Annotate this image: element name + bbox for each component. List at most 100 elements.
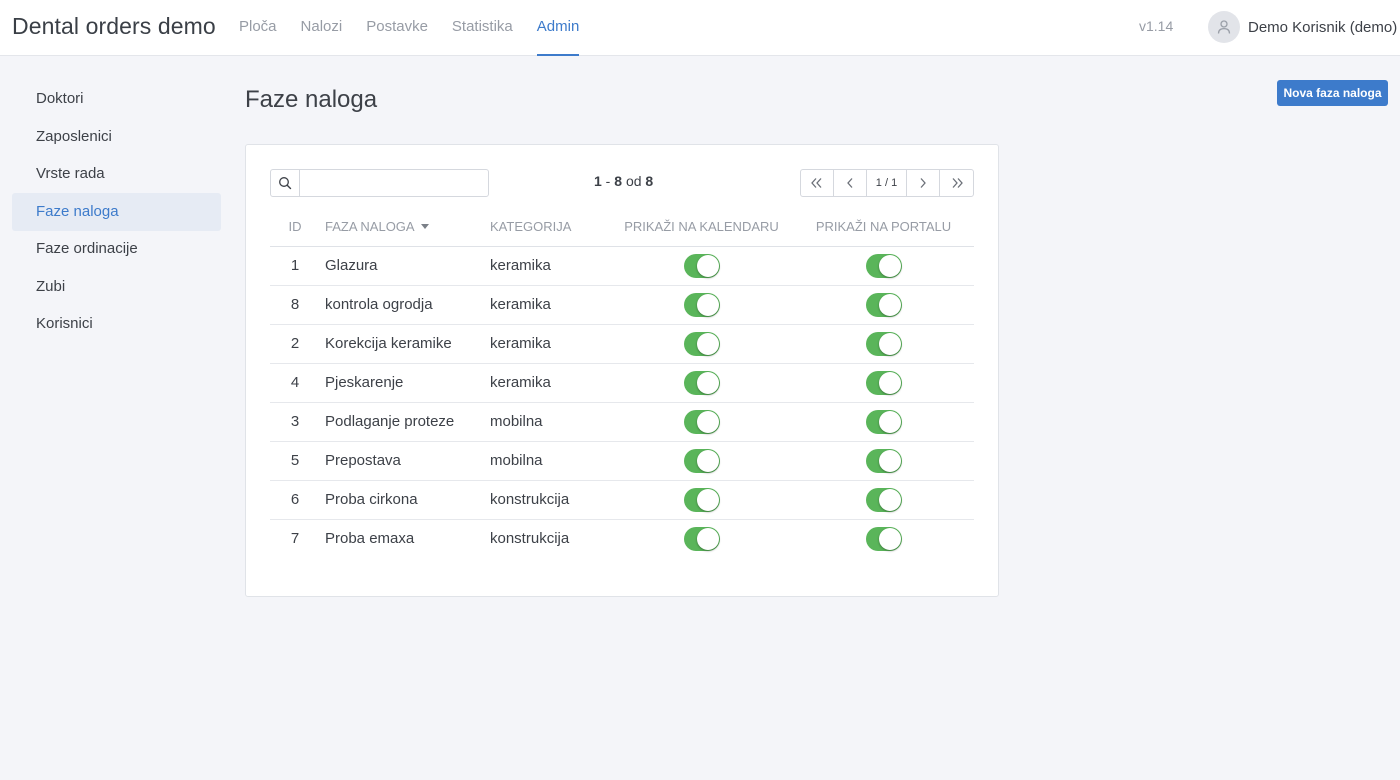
portal-toggle[interactable] bbox=[865, 409, 902, 434]
cell-category: keramika bbox=[490, 246, 610, 286]
chevrons-right-icon bbox=[952, 178, 963, 188]
portal-toggle[interactable] bbox=[865, 448, 902, 473]
calendar-toggle[interactable] bbox=[683, 253, 720, 278]
cell-calendar bbox=[610, 519, 793, 558]
calendar-toggle[interactable] bbox=[683, 292, 720, 317]
toggle-knob bbox=[878, 527, 901, 550]
toggle-knob bbox=[878, 488, 901, 511]
nav-item-admin[interactable]: Admin bbox=[536, 0, 580, 56]
search-icon-box[interactable] bbox=[271, 170, 300, 196]
column-header-name[interactable]: FAZA NALOGA bbox=[320, 208, 490, 247]
sidebar-item-zubi[interactable]: Zubi bbox=[12, 268, 221, 306]
new-phase-button[interactable]: Nova faza naloga bbox=[1277, 80, 1388, 106]
range-of-label: od bbox=[625, 173, 642, 189]
portal-toggle[interactable] bbox=[865, 292, 902, 317]
last-page-button[interactable] bbox=[940, 170, 973, 196]
sidebar-item-korisnici[interactable]: Korisnici bbox=[12, 305, 221, 343]
user-menu[interactable]: Demo Korisnik (demo) bbox=[1208, 11, 1397, 43]
admin-sidebar: Doktori Zaposlenici Vrste rada Faze nalo… bbox=[12, 80, 221, 343]
column-header-portal[interactable]: PRIKAŽI NA PORTALU bbox=[793, 208, 974, 247]
calendar-toggle[interactable] bbox=[683, 487, 720, 512]
chevrons-left-icon bbox=[811, 178, 822, 188]
toggle-knob bbox=[696, 332, 719, 355]
toggle-knob bbox=[696, 371, 719, 394]
nav-item-postavke[interactable]: Postavke bbox=[366, 0, 428, 56]
toggle-knob bbox=[696, 254, 719, 277]
cell-id: 5 bbox=[270, 441, 320, 481]
nav-item-nalozi[interactable]: Nalozi bbox=[301, 0, 343, 56]
toggle-knob bbox=[878, 332, 901, 355]
toggle-knob bbox=[696, 488, 719, 511]
calendar-toggle[interactable] bbox=[683, 526, 720, 551]
cell-id: 6 bbox=[270, 480, 320, 520]
cell-portal bbox=[793, 480, 974, 520]
cell-name: Proba emaxa bbox=[325, 530, 415, 548]
portal-toggle[interactable] bbox=[865, 370, 902, 395]
cell-id: 7 bbox=[290, 530, 300, 548]
table-row[interactable]: 6 Proba cirkona konstrukcija bbox=[270, 480, 974, 520]
sidebar-item-doktori[interactable]: Doktori bbox=[12, 80, 221, 118]
portal-toggle[interactable] bbox=[865, 253, 902, 278]
calendar-toggle[interactable] bbox=[683, 448, 720, 473]
calendar-toggle[interactable] bbox=[683, 331, 720, 356]
toggle-knob bbox=[878, 449, 901, 472]
user-icon bbox=[1217, 20, 1231, 34]
nav-item-statistika[interactable]: Statistika bbox=[452, 0, 513, 56]
sidebar-item-vrste-rada[interactable]: Vrste rada bbox=[12, 155, 221, 193]
toggle-knob bbox=[696, 527, 719, 550]
cell-category: keramika bbox=[490, 324, 610, 364]
cell-category: konstrukcija bbox=[490, 530, 570, 548]
portal-toggle[interactable] bbox=[865, 487, 902, 512]
toggle-knob bbox=[878, 254, 901, 277]
table-row[interactable]: 2 Korekcija keramike keramika bbox=[270, 324, 974, 364]
cell-portal bbox=[793, 363, 974, 403]
table-row[interactable]: 1 Glazura keramika bbox=[270, 246, 974, 286]
toggle-knob bbox=[696, 410, 719, 433]
toggle-knob bbox=[696, 449, 719, 472]
cell-name: Prepostava bbox=[320, 441, 490, 481]
page-indicator: 1 / 1 bbox=[867, 170, 907, 196]
sidebar-item-zaposlenici[interactable]: Zaposlenici bbox=[12, 118, 221, 156]
table-row[interactable]: 3 Podlaganje proteze mobilna bbox=[270, 402, 974, 442]
cell-portal bbox=[793, 441, 974, 481]
calendar-toggle[interactable] bbox=[683, 409, 720, 434]
table-row[interactable]: 7 Proba emaxa konstrukcija bbox=[270, 519, 974, 558]
chevron-right-icon bbox=[920, 178, 926, 188]
sidebar-item-faze-naloga[interactable]: Faze naloga bbox=[12, 192, 221, 231]
portal-toggle[interactable] bbox=[865, 526, 902, 551]
prev-page-button[interactable] bbox=[834, 170, 867, 196]
cell-portal bbox=[793, 324, 974, 364]
cell-calendar bbox=[610, 246, 793, 286]
portal-toggle[interactable] bbox=[865, 331, 902, 356]
cell-name: kontrola ogrodja bbox=[320, 285, 490, 325]
main-nav: Ploča Nalozi Postavke Statistika Admin bbox=[239, 0, 603, 56]
sidebar-item-faze-ordinacije[interactable]: Faze ordinacije bbox=[12, 230, 221, 268]
cell-name: Pjeskarenje bbox=[320, 363, 490, 403]
search-input[interactable] bbox=[300, 170, 488, 196]
column-header-calendar[interactable]: PRIKAŽI NA KALENDARU bbox=[610, 208, 793, 247]
top-navbar: Dental orders demo Ploča Nalozi Postavke… bbox=[0, 0, 1400, 56]
next-page-button[interactable] bbox=[907, 170, 940, 196]
toggle-knob bbox=[878, 410, 901, 433]
nav-item-ploca[interactable]: Ploča bbox=[239, 0, 277, 56]
app-version: v1.14 bbox=[1139, 18, 1174, 34]
range-to: 8 bbox=[614, 173, 623, 189]
table-row[interactable]: 8 kontrola ogrodja keramika bbox=[270, 285, 974, 325]
table-row[interactable]: 5 Prepostava mobilna bbox=[270, 441, 974, 481]
column-header-id[interactable]: ID bbox=[270, 208, 320, 247]
column-header-category[interactable]: KATEGORIJA bbox=[490, 208, 610, 247]
cell-portal bbox=[793, 519, 974, 558]
cell-portal bbox=[793, 285, 974, 325]
column-header-name-label: FAZA NALOGA bbox=[325, 219, 415, 235]
calendar-toggle[interactable] bbox=[683, 370, 720, 395]
app-title[interactable]: Dental orders demo bbox=[12, 13, 216, 40]
range-total: 8 bbox=[645, 173, 654, 189]
cell-calendar bbox=[610, 324, 793, 364]
cell-id: 8 bbox=[270, 285, 320, 325]
cell-category: keramika bbox=[490, 363, 610, 403]
first-page-button[interactable] bbox=[801, 170, 834, 196]
sort-desc-icon bbox=[420, 224, 429, 230]
search-icon bbox=[279, 177, 292, 190]
cell-portal bbox=[793, 246, 974, 286]
table-row[interactable]: 4 Pjeskarenje keramika bbox=[270, 363, 974, 403]
